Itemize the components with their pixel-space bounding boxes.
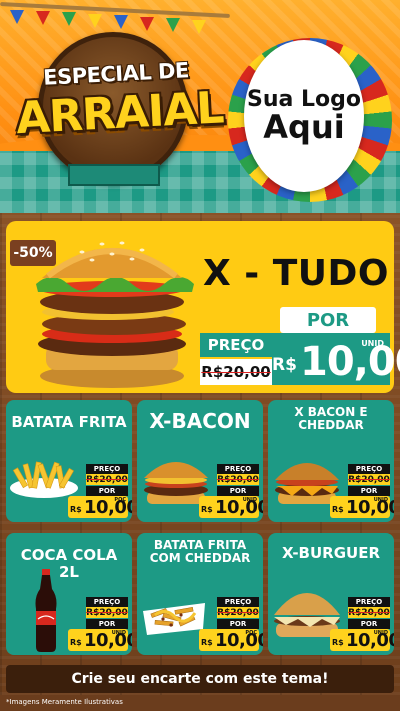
old-price-value: R$20,00 [86, 607, 128, 618]
discount-badge: -50% [10, 240, 56, 266]
currency-symbol: R$ [70, 505, 82, 514]
new-price: R$ 10,00 UNID [272, 333, 400, 385]
old-price: R$20,00 [217, 474, 259, 485]
currency-symbol: R$ [70, 638, 82, 647]
unit-label: POÇ [114, 497, 126, 503]
old-price: R$20,00 [348, 607, 390, 618]
unit-label: UNID [373, 497, 388, 503]
featured-product-name: X - TUDO [202, 253, 390, 294]
old-price: R$20,00 [217, 607, 259, 618]
arraial-badge: ESPECIAL DE ARRAIAL [14, 32, 225, 186]
price-preco-label: PREÇO [217, 464, 259, 474]
bunting-flag-icon [36, 11, 50, 25]
new-price: R$ 10,00 UNID [68, 629, 132, 651]
disclaimer-text: *Imagens Meramente Ilustrativas [6, 698, 123, 706]
new-price: R$ 10,00 POÇ [68, 496, 132, 518]
unit-label: UNID [361, 339, 384, 348]
product-name: X-BURGUER [281, 544, 381, 562]
badge-ribbon [68, 164, 160, 186]
product-card-coca-cola[interactable]: COCA COLA 2L PREÇO R$20,00 POR R$ 10,00 … [6, 533, 132, 655]
product-card-batata-cheddar[interactable]: BATATA FRITA COM CHEDDAR PREÇO R$20,00 P… [137, 533, 263, 655]
bunting-flag-icon [88, 14, 102, 28]
currency-symbol: R$ [201, 505, 213, 514]
logo-placeholder[interactable]: Sua Logo Aqui [244, 40, 364, 192]
product-name: X-BACON [149, 409, 251, 433]
old-price: R$20,00 [86, 607, 128, 618]
price-tag: PREÇO R$20,00 POR R$ 10,00 POÇ [199, 597, 263, 651]
currency-symbol: R$ [332, 505, 344, 514]
bunting-flag-icon [62, 12, 76, 26]
badge-title-line2: ARRAIAL [14, 82, 225, 145]
product-card-x-bacon-cheddar[interactable]: X BACON E CHEDDAR PREÇO R$20,00 POR R$ 1… [268, 400, 394, 522]
header-banner: ESPECIAL DE ARRAIAL Sua Logo Aqui [0, 0, 400, 213]
price-por-label: POR [348, 619, 390, 629]
currency-symbol: R$ [201, 638, 213, 647]
bunting-flag-icon [10, 10, 24, 24]
bunting-flag-icon [140, 17, 154, 31]
old-price-value: R$20,00 [217, 607, 259, 618]
product-card-x-burguer[interactable]: X-BURGUER PREÇO R$20,00 POR R$ 10,00 UNI… [268, 533, 394, 655]
old-price: R$20,00 [200, 359, 272, 385]
price-tag: PREÇO R$20,00 POR R$ 10,00 UNID [330, 464, 394, 518]
product-name: X BACON E CHEDDAR [294, 405, 368, 433]
price-preco-label: PREÇO [217, 597, 259, 607]
old-price-value: R$20,00 [348, 607, 390, 618]
price-preco-label: PREÇO [200, 333, 272, 357]
product-card-batata-frita[interactable]: BATATA FRITA PREÇO R$20,00 POR R$ 10,00 … [6, 400, 132, 522]
price-tag: PREÇO R$20,00 POR R$ 10,00 UNID [199, 464, 263, 518]
price-por-label: POR [86, 486, 128, 496]
unit-label: UNID [242, 497, 257, 503]
price-por-label: POR [348, 486, 390, 496]
price-tag: PREÇO R$20,00 POR R$ 10,00 POÇ [68, 464, 132, 518]
soda-bottle-image [35, 569, 57, 652]
old-price-value: R$20,00 [201, 363, 271, 381]
logo-text-line2: Aqui [263, 107, 345, 146]
old-price: R$20,00 [348, 474, 390, 485]
old-price: R$20,00 [86, 474, 128, 485]
unit-label: POÇ [245, 630, 257, 636]
product-name: BATATA FRITA COM CHEDDAR [149, 538, 251, 566]
price-por-label: POR [217, 486, 259, 496]
bunting-flag-icon [166, 18, 180, 32]
price-preco-label: PREÇO [348, 464, 390, 474]
price-por-label: POR [280, 307, 376, 333]
unit-label: UNID [111, 630, 126, 636]
product-card-x-bacon[interactable]: X-BACON PREÇO R$20,00 POR R$ 10,00 UNID [137, 400, 263, 522]
price-por-label: POR [86, 619, 128, 629]
product-name: COCA COLA 2L [20, 546, 118, 581]
old-price-value: R$20,00 [86, 474, 128, 485]
new-price: R$ 10,00 POÇ [199, 629, 263, 651]
price-preco-label: PREÇO [86, 597, 128, 607]
price-por-label: POR [217, 619, 259, 629]
unit-label: UNID [373, 630, 388, 636]
currency-symbol: R$ [332, 638, 344, 647]
cta-banner[interactable]: Crie seu encarte com este tema! [6, 665, 394, 693]
currency-symbol: R$ [272, 355, 297, 375]
new-price-value: 10,00 [300, 339, 400, 385]
new-price: R$ 10,00 UNID [199, 496, 263, 518]
new-price: R$ 10,00 UNID [330, 496, 394, 518]
cheddar-fries-image [143, 603, 205, 635]
new-price: R$ 10,00 UNID [330, 629, 394, 651]
price-preco-label: PREÇO [86, 464, 128, 474]
product-name: BATATA FRITA [11, 413, 127, 431]
featured-price-tag: POR PREÇO R$20,00 R$ 10,00 UNID [200, 307, 400, 387]
bunting-flag-icon [114, 15, 128, 29]
old-price-value: R$20,00 [348, 474, 390, 485]
old-price-value: R$20,00 [217, 474, 259, 485]
price-preco-label: PREÇO [348, 597, 390, 607]
price-tag: PREÇO R$20,00 POR R$ 10,00 UNID [330, 597, 394, 651]
price-tag: PREÇO R$20,00 POR R$ 10,00 UNID [68, 597, 132, 651]
